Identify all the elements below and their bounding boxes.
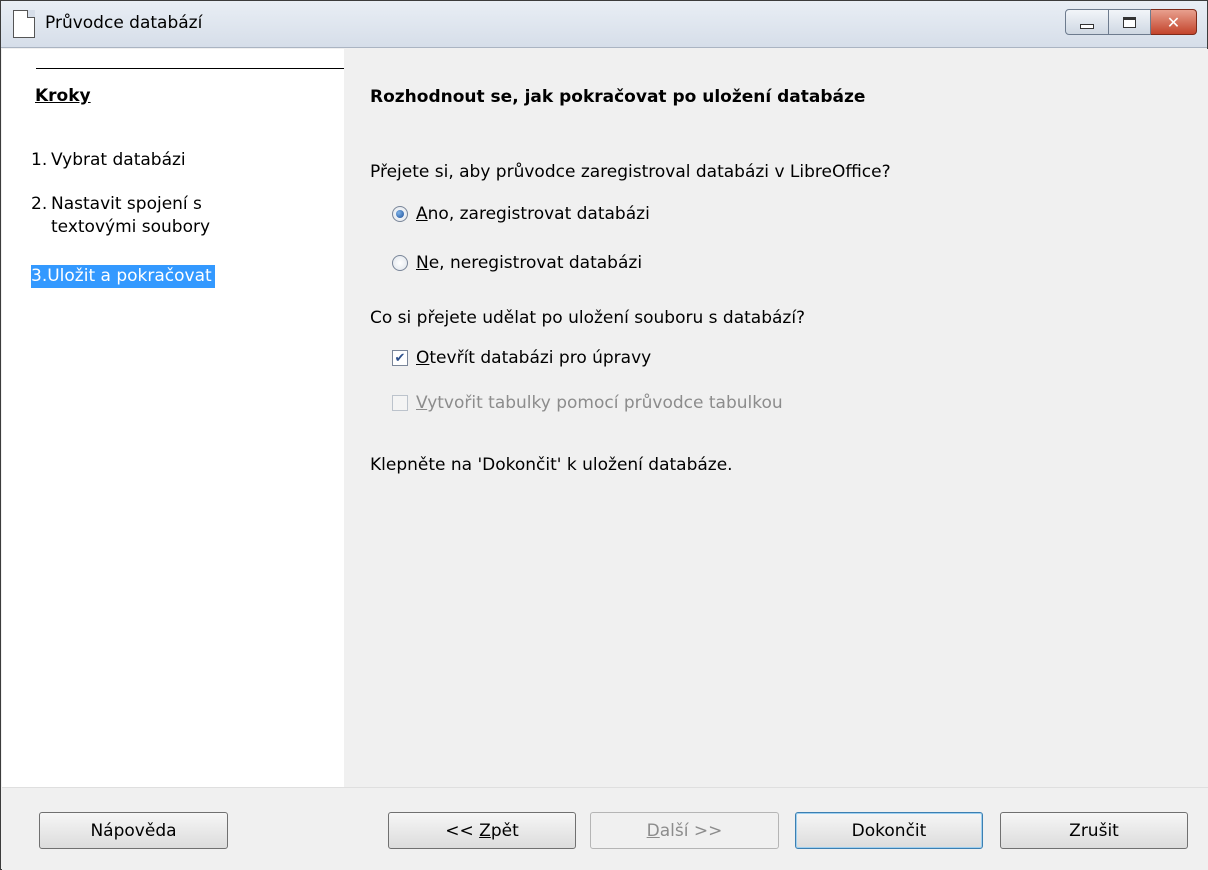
minimize-icon [1080, 23, 1094, 29]
checkbox-open-for-editing[interactable]: ✔ Otevřít databázi pro úpravy [392, 348, 651, 368]
close-icon: ✕ [1166, 12, 1181, 32]
maximize-button[interactable] [1109, 9, 1151, 35]
steps-title: Kroky [35, 86, 91, 106]
back-button[interactable]: << Zpět [388, 812, 576, 849]
steps-divider [36, 68, 344, 69]
step-item-save-and-proceed[interactable]: 3.Uložit a pokračovat [31, 265, 215, 288]
button-label: Další >> [646, 820, 723, 841]
step-item-select-database[interactable]: 1. Vybrat databázi [31, 149, 291, 172]
maximize-icon [1123, 16, 1136, 28]
button-label: << Zpět [445, 820, 519, 841]
after-save-question: Co si přejete udělat po uložení souboru … [370, 308, 806, 328]
finish-instruction: Klepněte na 'Dokončit' k uložení databáz… [370, 455, 733, 475]
steps-pane: Kroky 1. Vybrat databázi 2. Nastavit spoje… [2, 49, 344, 787]
window-title: Průvodce databází [45, 13, 203, 33]
checkbox-create-tables: Vytvořit tabulky pomocí průvodce tabulko… [392, 393, 783, 413]
page-heading: Rozhodnout se, jak pokračovat po uložení… [370, 87, 866, 107]
window-controls: ✕ [1065, 9, 1197, 35]
title-bar[interactable]: Průvodce databází ✕ [1, 1, 1207, 48]
minimize-button[interactable] [1065, 9, 1109, 35]
button-bar: Nápověda << Zpět Další >> Dokončit Zruši… [2, 787, 1208, 870]
checkbox-unchecked-icon [392, 395, 408, 411]
step-label: Uložit a pokračovat [47, 266, 212, 286]
checkbox-checked-icon[interactable]: ✔ [392, 350, 408, 366]
step-number: 1. [31, 150, 48, 170]
radio-register-no[interactable]: Ne, neregistrovat databázi [392, 253, 642, 273]
cancel-button[interactable]: Zrušit [1000, 812, 1188, 849]
close-button[interactable]: ✕ [1151, 9, 1197, 35]
button-label: Dokončit [851, 820, 927, 841]
database-wizard-window: Průvodce databází ✕ Kroky 1. Vybrat datab… [0, 0, 1208, 870]
radio-label: Ano, zaregistrovat databázi [416, 204, 650, 224]
radio-label: Ne, neregistrovat databázi [416, 253, 643, 273]
button-label: Nápověda [90, 820, 177, 841]
button-label: Zrušit [1069, 820, 1119, 841]
step-number: 3. [31, 266, 48, 286]
next-button: Další >> [590, 812, 779, 849]
help-button[interactable]: Nápověda [39, 812, 228, 849]
radio-unselected-icon[interactable] [392, 255, 408, 271]
checkbox-label: Vytvořit tabulky pomocí průvodce tabulko… [416, 393, 783, 413]
radio-register-yes[interactable]: Ano, zaregistrovat databázi [392, 204, 650, 224]
content-pane: Rozhodnout se, jak pokračovat po uložení… [344, 49, 1208, 787]
checkbox-label: Otevřít databázi pro úpravy [416, 348, 652, 368]
finish-button[interactable]: Dokončit [795, 812, 983, 849]
radio-selected-icon[interactable] [392, 206, 408, 222]
step-label: Nastavit spojení s textovými soubory [51, 194, 211, 237]
step-number: 2. [31, 194, 48, 214]
register-question: Přejete si, aby průvodce zaregistroval d… [370, 162, 891, 182]
document-icon [13, 10, 35, 38]
step-item-text-connection[interactable]: 2. Nastavit spojení s textovými soubory [31, 193, 291, 239]
step-label: Vybrat databázi [51, 150, 186, 170]
